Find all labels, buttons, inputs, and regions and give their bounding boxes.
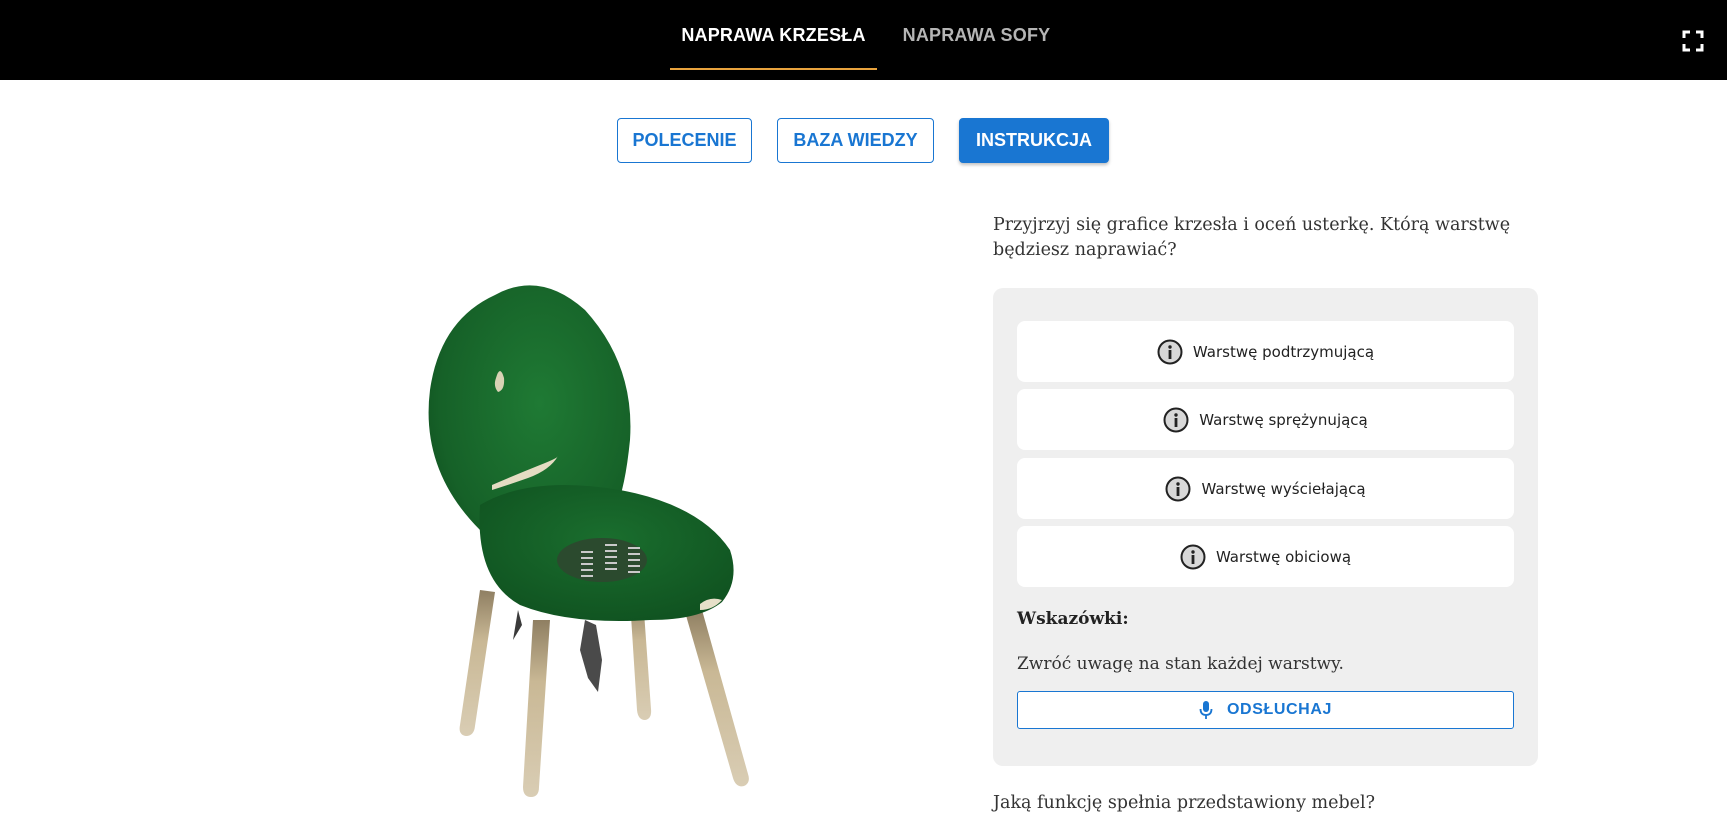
polecenie-button[interactable]: POLECENIE [617,118,752,163]
answers-panel: Warstwę podtrzymującą Warstwę sprężynują… [993,288,1538,766]
info-icon[interactable] [1180,544,1206,570]
top-navigation-bar: NAPRAWA KRZESŁA NAPRAWA SOFY [0,0,1727,80]
hint-text: Zwróć uwagę na stan każdej warstwy. [1017,654,1344,674]
question2-text: Jaką funkcję spełnia przedstawiony mebel… [993,793,1376,813]
option-label: Warstwę obiciową [1215,547,1352,566]
microphone-icon [1199,701,1213,719]
listen-button[interactable]: ODSŁUCHAJ [1017,691,1514,729]
option-label: Warstwę wyściełającą [1201,479,1366,498]
option-label: Warstwę podtrzymującą [1192,342,1375,361]
option-warstwe-podtrzymujaca[interactable]: Warstwę podtrzymującą [1017,321,1514,382]
info-icon[interactable] [1165,476,1191,502]
baza-wiedzy-button[interactable]: BAZA WIEDZY [777,118,934,163]
fullscreen-icon[interactable] [1682,30,1704,52]
option-label: Warstwę sprężynującą [1199,410,1368,429]
tab-naprawa-sofy[interactable]: NAPRAWA SOFY [893,0,1060,70]
hints-title: Wskazówki: [1017,609,1129,629]
option-warstwe-sprezynujaca[interactable]: Warstwę sprężynującą [1017,389,1514,450]
question-text: Przyjrzyj się grafice krzesła i oceń ust… [993,215,1511,260]
info-icon[interactable] [1157,339,1183,365]
option-warstwe-obiciowa[interactable]: Warstwę obiciową [1017,526,1514,587]
chair-image [428,285,749,797]
instrukcja-button[interactable]: INSTRUKCJA [959,118,1109,163]
listen-label: ODSŁUCHAJ [1227,701,1332,718]
option-warstwe-wyscielajaca[interactable]: Warstwę wyściełającą [1017,458,1514,519]
info-icon[interactable] [1163,407,1189,433]
chair-illustration [400,280,780,810]
tab-naprawa-krzesla[interactable]: NAPRAWA KRZESŁA [670,0,877,70]
